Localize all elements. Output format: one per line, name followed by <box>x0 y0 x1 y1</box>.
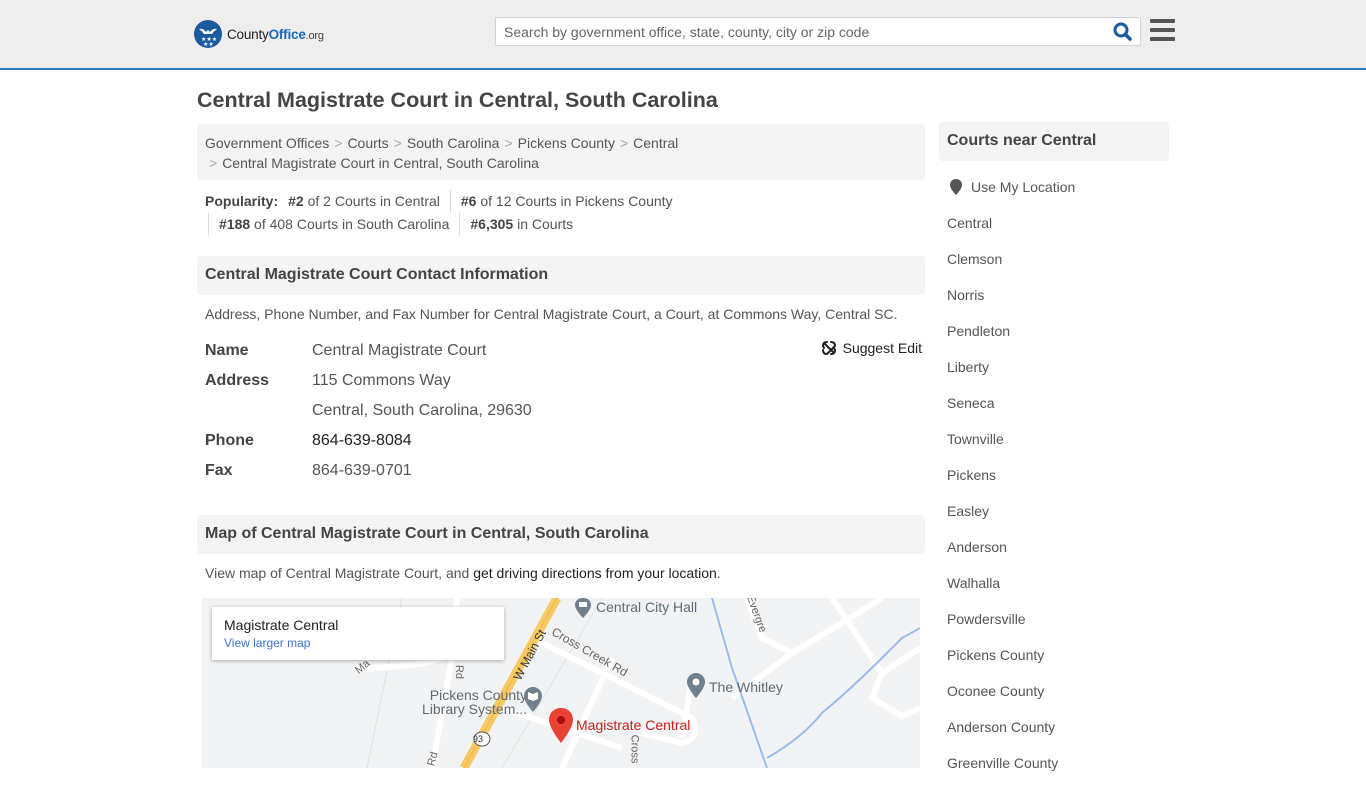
city-hall-pin-icon <box>575 598 591 618</box>
name-label: Name <box>205 342 249 359</box>
popularity-item: #6 of 12 Courts in Pickens County <box>449 190 683 213</box>
breadcrumb-current: Central Magistrate Court in Central, Sou… <box>222 155 539 171</box>
nearby-link-powdersville[interactable]: Powdersville <box>947 611 1026 627</box>
site-logo[interactable]: ★★★ ★★ CountyOffice.org <box>194 20 324 48</box>
contact-info-table: Suggest Edit Name Central Magistrate Cou… <box>205 336 925 486</box>
nearby-link-pickens[interactable]: Pickens <box>947 467 996 483</box>
popularity-item: #2 of 2 Courts in Central <box>288 193 440 209</box>
nearby-link-walhalla[interactable]: Walhalla <box>947 575 1000 591</box>
place-the-whitley[interactable]: The Whitley <box>709 680 783 694</box>
hamburger-menu-icon[interactable] <box>1150 19 1175 42</box>
top-header: ★★★ ★★ CountyOffice.org <box>0 0 1366 70</box>
view-larger-map-link[interactable]: View larger map <box>224 636 492 650</box>
suggest-edit-link[interactable]: Suggest Edit <box>843 340 922 356</box>
phone-label: Phone <box>205 432 254 449</box>
nearby-link-anderson-county[interactable]: Anderson County <box>947 719 1055 735</box>
sidebar-heading: Courts near Central <box>939 122 1169 161</box>
info-row-address-2: Central, South Carolina, 29630 <box>205 396 925 426</box>
breadcrumb-separator: > <box>334 135 343 151</box>
search-button[interactable] <box>1112 22 1134 42</box>
address-line2: Central, South Carolina, 29630 <box>312 402 532 419</box>
nearby-link-seneca[interactable]: Seneca <box>947 395 994 411</box>
breadcrumb-pickens-county[interactable]: Pickens County <box>518 135 615 151</box>
breadcrumb-separator: > <box>619 135 629 151</box>
place-central-city-hall[interactable]: Central City Hall <box>596 600 697 614</box>
nearby-link-pendleton[interactable]: Pendleton <box>947 323 1010 339</box>
address-line1: 115 Commons Way <box>312 372 451 389</box>
info-row-fax: Fax 864-639-0701 <box>205 456 925 486</box>
breadcrumb-separator: > <box>209 155 218 171</box>
driving-directions-link[interactable]: get driving directions from your locatio… <box>473 565 717 581</box>
breadcrumb-government-offices[interactable]: Government Offices <box>205 135 329 151</box>
nearby-link-easley[interactable]: Easley <box>947 503 989 519</box>
address-label: Address <box>205 372 270 389</box>
name-value: Central Magistrate Court <box>312 342 487 359</box>
phone-link[interactable]: 864-639-8084 <box>312 432 412 449</box>
breadcrumb: Government Offices > Courts > South Carolina… <box>197 124 925 180</box>
nearby-link-townville[interactable]: Townville <box>947 431 1004 447</box>
breadcrumb-courts[interactable]: Courts <box>347 135 388 151</box>
map-pin-icon <box>950 179 962 195</box>
library-pin-icon <box>524 687 542 712</box>
fax-value: 864-639-0701 <box>312 462 412 479</box>
nearby-link-oconee-county[interactable]: Oconee County <box>947 683 1044 699</box>
contact-section-heading: Central Magistrate Court Contact Informa… <box>197 256 925 295</box>
contact-description: Address, Phone Number, and Fax Number fo… <box>205 306 898 322</box>
place-magistrate-central[interactable]: Magistrate Central <box>576 718 690 732</box>
nearby-link-central[interactable]: Central <box>947 215 992 231</box>
place-library[interactable]: Pickens County Library System... <box>422 688 527 716</box>
page-title: Central Magistrate Court in Central, Sou… <box>197 88 718 112</box>
search-box <box>495 17 1141 46</box>
nearby-link-anderson[interactable]: Anderson <box>947 539 1007 555</box>
use-my-location[interactable]: Use My Location <box>947 178 1075 196</box>
nearby-link-greenville-county[interactable]: Greenville County <box>947 755 1058 771</box>
fax-label: Fax <box>205 462 233 479</box>
route-93-label: 93 <box>473 734 484 744</box>
logo-text: CountyOffice.org <box>227 26 324 42</box>
nearby-link-norris[interactable]: Norris <box>947 287 984 303</box>
use-my-location-link[interactable]: Use My Location <box>971 179 1075 195</box>
whitley-pin-icon <box>687 673 705 698</box>
map-card-title: Magistrate Central <box>224 617 339 633</box>
info-row-phone: Phone 864-639-8084 <box>205 426 925 456</box>
popularity-label: Popularity: <box>205 193 279 209</box>
search-icon <box>1113 22 1132 41</box>
breadcrumb-separator: > <box>504 135 513 151</box>
suggest-edit-button[interactable]: Suggest Edit <box>821 340 922 356</box>
popularity-item: #188 of 408 Courts in South Carolina <box>208 213 459 236</box>
nearby-link-clemson[interactable]: Clemson <box>947 251 1002 267</box>
nearby-link-pickens-county[interactable]: Pickens County <box>947 647 1044 663</box>
street-cross: Cross <box>628 734 641 764</box>
logo-eagle-icon: ★★★ ★★ <box>194 20 222 48</box>
search-input[interactable] <box>496 18 1096 45</box>
popularity-item: #6,305 in Courts <box>459 213 583 236</box>
breadcrumb-separator: > <box>393 135 402 151</box>
info-row-address: Address 115 Commons Way <box>205 366 925 396</box>
popularity-rankings: Popularity: #2 of 2 Courts in Central #6 o… <box>205 190 925 236</box>
info-row-name: Name Central Magistrate Court <box>205 336 925 366</box>
location-marker-icon[interactable] <box>549 708 573 744</box>
nearby-courts-list: Use My Location Central Clemson Norris P… <box>947 178 1075 790</box>
nearby-link-liberty[interactable]: Liberty <box>947 359 989 375</box>
map-section-heading: Map of Central Magistrate Court in Centr… <box>197 515 925 554</box>
street-rd: Rd <box>453 664 466 680</box>
map-description: View map of Central Magistrate Court, an… <box>205 565 721 581</box>
breadcrumb-central[interactable]: Central <box>633 135 678 151</box>
embedded-map[interactable]: 93 W Main St Cross Creek Rd Cross Evergr… <box>202 598 920 768</box>
map-info-card: Magistrate Central View larger map <box>212 607 504 660</box>
svg-text:★★: ★★ <box>203 41 214 48</box>
breadcrumb-south-carolina[interactable]: South Carolina <box>407 135 500 151</box>
broken-link-icon <box>821 341 836 356</box>
